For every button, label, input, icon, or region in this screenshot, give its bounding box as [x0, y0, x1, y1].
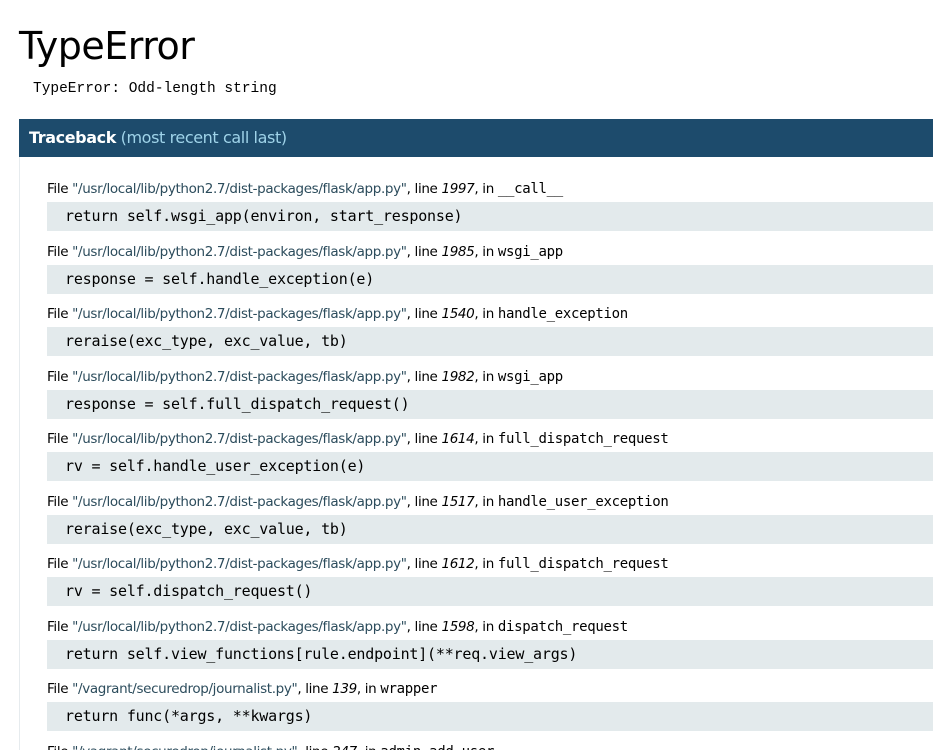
frame-filename: "/vagrant/securedrop/journalist.py"	[72, 744, 298, 750]
frame-in-prefix: , in	[474, 619, 498, 635]
frame-location: File "/vagrant/securedrop/journalist.py"…	[47, 680, 438, 698]
error-title: TypeError	[19, 24, 195, 68]
frame-file-prefix: File	[47, 619, 73, 635]
frame-location: File "/usr/local/lib/python2.7/dist-pack…	[47, 180, 563, 198]
frame-filename: "/vagrant/securedrop/journalist.py"	[72, 681, 298, 697]
frame-function: admin_add_user	[380, 744, 494, 750]
frame-lineno: 1517	[441, 494, 475, 510]
frame-function: wsgi_app	[497, 244, 563, 260]
frame-function: handle_user_exception	[497, 494, 669, 510]
frame-line-prefix: , line	[406, 244, 442, 260]
frame-function: wsgi_app	[497, 369, 563, 385]
frame-location: File "/usr/local/lib/python2.7/dist-pack…	[47, 430, 669, 448]
frame-location: File "/usr/local/lib/python2.7/dist-pack…	[47, 555, 669, 573]
frame-filename: "/usr/local/lib/python2.7/dist-packages/…	[72, 556, 407, 572]
frame-function: full_dispatch_request	[497, 431, 669, 447]
frame-in-prefix: , in	[357, 744, 380, 750]
frame-line-prefix: , line	[406, 556, 442, 572]
frame-file-prefix: File	[47, 306, 73, 322]
frame-lineno: 247	[332, 744, 357, 750]
frame-location: File "/usr/local/lib/python2.7/dist-pack…	[47, 493, 669, 511]
frame-lineno: 1997	[441, 181, 475, 197]
frame-lineno: 1614	[441, 431, 475, 447]
traceback-subtitle: (most recent call last)	[120, 128, 287, 147]
frame-source-line[interactable]: reraise(exc_type, exc_value, tb)	[47, 515, 933, 544]
traceback-header[interactable]: Traceback (most recent call last)	[19, 119, 933, 157]
frame-location: File "/usr/local/lib/python2.7/dist-pack…	[47, 243, 563, 261]
frame-filename: "/usr/local/lib/python2.7/dist-packages/…	[72, 369, 407, 385]
frame-line-prefix: , line	[406, 369, 442, 385]
frame-file-prefix: File	[47, 369, 73, 385]
frame-in-prefix: , in	[474, 431, 498, 447]
frame-function: dispatch_request	[497, 619, 628, 635]
frame-source-line[interactable]: return self.wsgi_app(environ, start_resp…	[47, 202, 933, 231]
frame-location: File "/usr/local/lib/python2.7/dist-pack…	[47, 618, 628, 636]
frame-location: File "/vagrant/securedrop/journalist.py"…	[47, 743, 494, 750]
frame-filename: "/usr/local/lib/python2.7/dist-packages/…	[72, 619, 407, 635]
frame-function: __call__	[497, 181, 563, 197]
frame-in-prefix: , in	[356, 681, 381, 697]
traceback-title: Traceback	[29, 128, 116, 147]
frame-lineno: 1612	[441, 556, 475, 572]
frame-function: handle_exception	[497, 306, 628, 322]
frame-in-prefix: , in	[474, 244, 498, 260]
frame-in-prefix: , in	[474, 494, 498, 510]
frame-source-line[interactable]: rv = self.handle_user_exception(e)	[47, 452, 933, 481]
frame-source-line[interactable]: rv = self.dispatch_request()	[47, 577, 933, 606]
frame-location: File "/usr/local/lib/python2.7/dist-pack…	[47, 368, 563, 386]
frame-line-prefix: , line	[297, 681, 333, 697]
frame-in-prefix: , in	[474, 181, 498, 197]
frame-source-line[interactable]: response = self.full_dispatch_request()	[47, 390, 933, 419]
frame-file-prefix: File	[47, 431, 73, 447]
frame-filename: "/usr/local/lib/python2.7/dist-packages/…	[72, 306, 407, 322]
frame-filename: "/usr/local/lib/python2.7/dist-packages/…	[72, 494, 407, 510]
frame-function: full_dispatch_request	[497, 556, 669, 572]
frame-filename: "/usr/local/lib/python2.7/dist-packages/…	[72, 244, 407, 260]
frame-lineno: 139	[332, 681, 357, 697]
frame-filename: "/usr/local/lib/python2.7/dist-packages/…	[72, 431, 407, 447]
frame-line-prefix: , line	[406, 494, 442, 510]
frame-lineno: 1598	[441, 619, 475, 635]
frame-source-line[interactable]: reraise(exc_type, exc_value, tb)	[47, 327, 933, 356]
frame-file-prefix: File	[47, 681, 73, 697]
frame-location: File "/usr/local/lib/python2.7/dist-pack…	[47, 305, 628, 323]
frame-line-prefix: , line	[406, 619, 442, 635]
frame-lineno: 1985	[441, 244, 475, 260]
frame-filename: "/usr/local/lib/python2.7/dist-packages/…	[72, 181, 407, 197]
frame-file-prefix: File	[47, 181, 73, 197]
frame-in-prefix: , in	[474, 556, 498, 572]
frame-file-prefix: File	[47, 744, 72, 750]
frame-lineno: 1982	[441, 369, 475, 385]
frame-lineno: 1540	[441, 306, 475, 322]
frame-in-prefix: , in	[474, 306, 498, 322]
frame-line-prefix: , line	[406, 431, 442, 447]
frame-in-prefix: , in	[474, 369, 498, 385]
error-message: TypeError: Odd-length string	[33, 81, 277, 97]
frame-file-prefix: File	[47, 494, 73, 510]
frame-source-line[interactable]: return self.view_functions[rule.endpoint…	[47, 640, 933, 669]
frame-file-prefix: File	[47, 244, 73, 260]
frame-line-prefix: , line	[297, 744, 332, 750]
frame-source-line[interactable]: response = self.handle_exception(e)	[47, 265, 933, 294]
frame-file-prefix: File	[47, 556, 73, 572]
frame-source-line[interactable]: return func(*args, **kwargs)	[47, 702, 933, 731]
frame-function: wrapper	[380, 681, 438, 697]
frame-line-prefix: , line	[406, 181, 442, 197]
frame-line-prefix: , line	[406, 306, 442, 322]
